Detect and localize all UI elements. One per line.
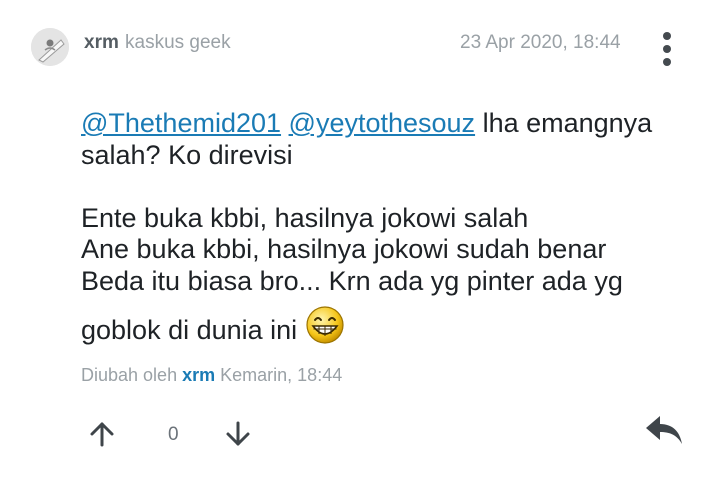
content-text: goblok di dunia ini <box>81 315 298 346</box>
edited-time: Kemarin, 18:44 <box>220 365 343 385</box>
reply-arrow-icon[interactable] <box>642 412 686 448</box>
editor-name[interactable]: xrm <box>182 365 215 385</box>
grinning-emoticon-icon <box>305 305 345 345</box>
vote-count: 0 <box>168 424 179 445</box>
mention-link[interactable]: @Thethemid201 <box>81 108 281 138</box>
avatar[interactable] <box>31 28 69 66</box>
avatar-image <box>31 28 69 66</box>
content-line: Beda itu biasa bro... Krn ada yg pinter … <box>81 265 623 296</box>
author-title: kaskus geek <box>125 32 231 53</box>
edited-note: Diubah oleh xrm Kemarin, 18:44 <box>81 365 342 386</box>
mention-link[interactable]: @yeytothesouz <box>289 108 476 138</box>
upvote-arrow-icon[interactable] <box>88 420 116 448</box>
post-card: xrm kaskus geek 23 Apr 2020, 18:44 @Thet… <box>0 0 720 482</box>
downvote-arrow-icon[interactable] <box>224 420 252 448</box>
content-line-with-emoji: goblok di dunia ini <box>81 306 681 351</box>
content-text: lha emangnya <box>475 108 653 138</box>
author-name[interactable]: xrm <box>84 32 119 54</box>
post-content: @Thethemid201 @yeytothesouz lha emangnya… <box>81 108 681 351</box>
content-line: Ane buka kbbi, hasilnya jokowi sudah ben… <box>81 234 607 264</box>
post-timestamp: 23 Apr 2020, 18:44 <box>460 32 621 53</box>
content-line: salah? Ko direvisi <box>81 139 293 170</box>
more-options-icon[interactable] <box>657 30 677 68</box>
content-line: @Thethemid201 @yeytothesouz lha emangnya <box>81 108 681 140</box>
content-line: Ente buka kbbi, hasilnya jokowi salah <box>81 202 529 233</box>
edited-prefix: Diubah oleh <box>81 365 178 385</box>
